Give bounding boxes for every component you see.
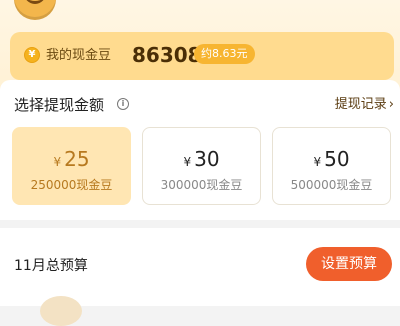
withdraw-record-label: 提现记录	[334, 97, 387, 112]
currency-symbol: ¥	[183, 155, 192, 169]
section-title: 选择提现金额	[14, 96, 105, 114]
set-budget-button[interactable]: 设置预算	[306, 247, 392, 281]
budget-title: 11月总预算	[14, 258, 88, 274]
currency-symbol: ¥	[313, 155, 322, 169]
option-amount-value: 30	[194, 147, 220, 171]
withdraw-option-30[interactable]: ¥30 300000现金豆	[142, 127, 261, 205]
withdraw-option-25[interactable]: ¥25 250000现金豆	[12, 127, 131, 205]
withdraw-panel: 选择提现金额 i 提现记录 › ¥25 250000现金豆 ¥30 300000现…	[0, 80, 400, 220]
option-beans: 500000现金豆	[290, 178, 373, 192]
option-amount-value: 50	[324, 147, 350, 171]
avatar-mouth	[24, 0, 46, 4]
option-amount: ¥25	[13, 146, 130, 175]
withdraw-option-50[interactable]: ¥50 500000现金豆	[272, 127, 391, 205]
option-beans: 300000现金豆	[160, 178, 243, 192]
coin-icon: ¥	[24, 47, 40, 63]
currency-symbol: ¥	[53, 155, 62, 169]
balance-card: ¥ 我的现金豆 86308 约8.63元	[10, 32, 394, 80]
info-icon[interactable]: i	[117, 98, 129, 110]
approx-value-badge: 约8.63元	[194, 44, 255, 64]
balance-label: 我的现金豆	[46, 48, 112, 63]
option-amount: ¥30	[143, 146, 260, 175]
budget-panel: 11月总预算 设置预算	[0, 228, 400, 306]
option-amount: ¥50	[273, 146, 390, 175]
balance-value: 86308	[132, 43, 202, 67]
option-beans: 250000现金豆	[30, 178, 113, 192]
withdraw-record-link[interactable]: 提现记录 ›	[335, 96, 394, 114]
partial-avatar	[40, 296, 82, 326]
chevron-right-icon: ›	[388, 97, 394, 112]
option-amount-value: 25	[64, 147, 90, 171]
